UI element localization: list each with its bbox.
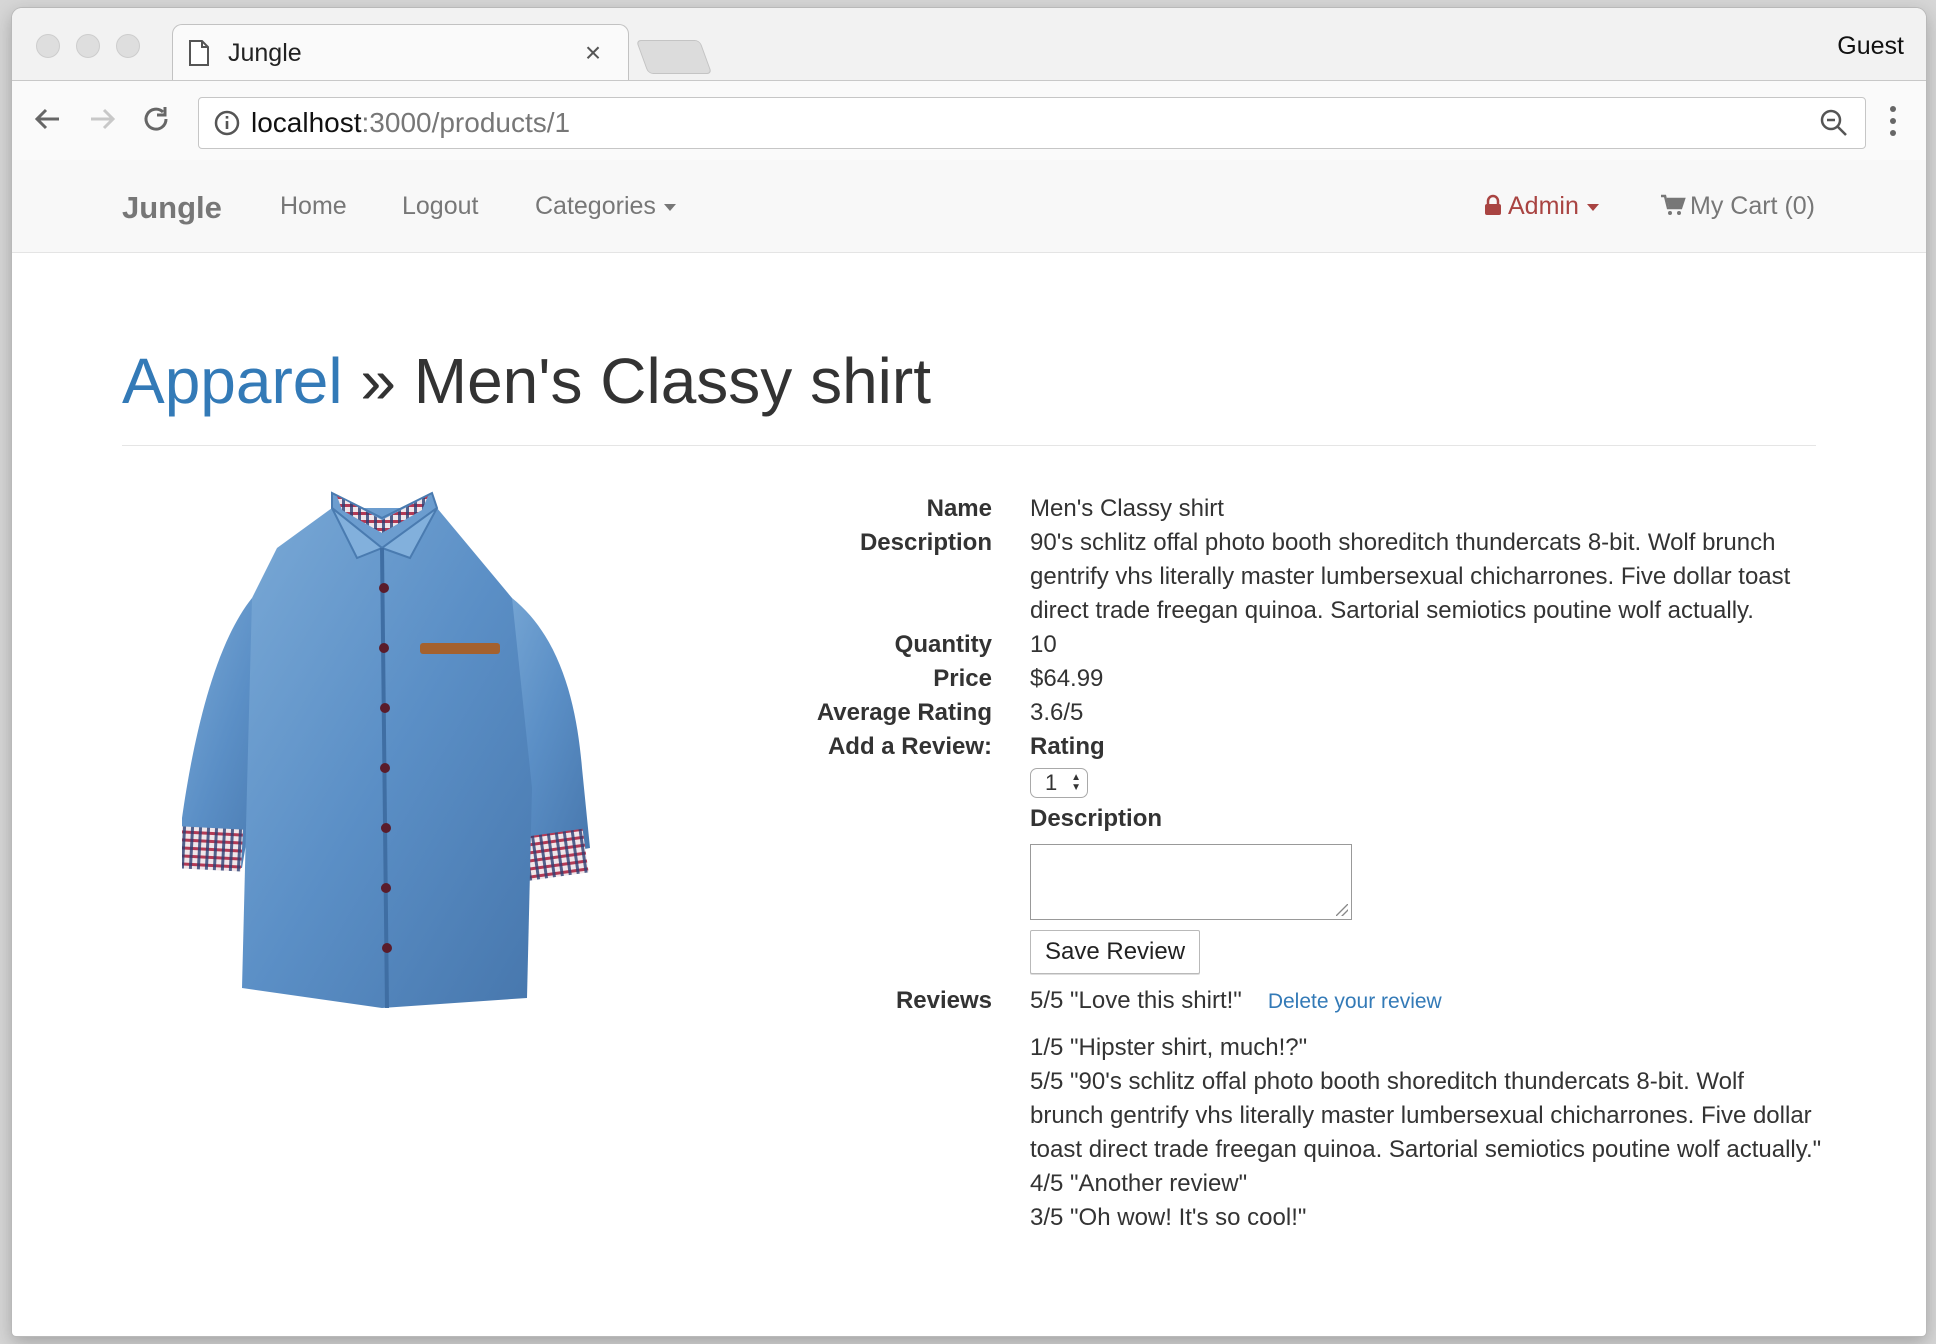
title-separator: »: [342, 345, 414, 417]
label-description: Description: [859, 529, 992, 556]
tab-strip: Jungle × Guest: [12, 8, 1926, 83]
stepper-arrows-icon: ▲ ▼: [1071, 772, 1081, 793]
browser-window: Jungle × Guest localhost:3000/products/1…: [12, 8, 1926, 1336]
back-button[interactable]: [28, 99, 68, 139]
back-arrow-icon: [34, 108, 59, 130]
review-item: 5/5 "Love this shirt!" Delete your review: [1030, 984, 1822, 1019]
detail-row-add-review: Add a Review: Rating 1 ▲ ▼ Description Sa…: [572, 730, 1822, 974]
tab-close-icon[interactable]: ×: [578, 37, 608, 69]
nav-cart[interactable]: My Cart (0): [1660, 192, 1815, 221]
rating-select-value: 1: [1045, 770, 1058, 795]
review-item: 4/5 "Another review": [1030, 1170, 1248, 1197]
page-title: Apparel » Men's Classy shirt: [122, 344, 931, 418]
product-image: [182, 491, 590, 1009]
nav-cart-label: My Cart (0): [1690, 192, 1815, 220]
description-label: Description: [1030, 805, 1163, 832]
page-icon: [189, 40, 209, 66]
detail-row-name: Name Men's Classy shirt: [572, 492, 1822, 526]
tab-title: Jungle: [228, 38, 302, 67]
save-review-button[interactable]: Save Review: [1030, 930, 1201, 974]
chevron-down-icon: [1586, 203, 1599, 211]
zoom-window-button[interactable]: [116, 34, 140, 58]
detail-row-average-rating: Average Rating 3.6/5: [572, 696, 1822, 730]
review-item: 5/5 "90's schlitz offal photo booth shor…: [1030, 1068, 1822, 1163]
product-details: Name Men's Classy shirt Description 90's…: [572, 492, 1822, 1235]
url-host: localhost: [251, 107, 362, 138]
value-quantity: 10: [1030, 631, 1057, 658]
label-quantity: Quantity: [894, 631, 992, 658]
review-item: 3/5 "Oh wow! It's so cool!": [1030, 1204, 1307, 1231]
address-bar[interactable]: localhost:3000/products/1: [198, 97, 1866, 149]
review-text: 5/5 "Love this shirt!": [1030, 987, 1242, 1014]
tab-content: Jungle ×: [188, 30, 608, 76]
value-price: $64.99: [1030, 665, 1104, 692]
category-link[interactable]: Apparel: [122, 345, 343, 417]
info-icon[interactable]: [213, 109, 241, 137]
nav-categories-label: Categories: [535, 192, 656, 220]
detail-row-quantity: Quantity 10: [572, 628, 1822, 662]
forward-arrow-icon: [91, 108, 116, 130]
review-item: 1/5 "Hipster shirt, much!?": [1030, 1034, 1308, 1061]
reload-icon: [144, 107, 168, 131]
url-text: localhost:3000/products/1: [251, 107, 570, 139]
nav-categories-dropdown[interactable]: Categories: [535, 192, 676, 221]
rating-select[interactable]: 1 ▲ ▼: [1030, 768, 1088, 798]
nav-admin-label: Admin: [1508, 192, 1579, 220]
resize-grip-icon[interactable]: [1336, 904, 1348, 916]
browser-menu-icon[interactable]: [1888, 101, 1898, 141]
chevron-down-icon: [663, 203, 676, 211]
label-average-rating: Average Rating: [816, 699, 992, 726]
cart-icon: [1661, 194, 1686, 215]
title-divider: [122, 445, 1816, 446]
label-name: Name: [926, 495, 992, 522]
url-path: :3000/products/1: [361, 107, 571, 138]
close-window-button[interactable]: [36, 34, 60, 58]
review-form: Rating 1 ▲ ▼ Description Save Review: [1030, 730, 1822, 974]
label-price: Price: [933, 665, 992, 692]
label-reviews: Reviews: [895, 987, 992, 1014]
reload-button[interactable]: [136, 99, 176, 139]
product-title: Men's Classy shirt: [413, 345, 931, 417]
forward-button[interactable]: [82, 99, 122, 139]
brand-link[interactable]: Jungle: [122, 190, 222, 226]
zoom-icon[interactable]: [1819, 108, 1849, 138]
label-add-review: Add a Review:: [827, 733, 992, 760]
reviews-list: 5/5 "Love this shirt!" Delete your review…: [1030, 984, 1822, 1235]
review-description-textarea[interactable]: [1030, 844, 1352, 920]
nav-logout[interactable]: Logout: [402, 192, 478, 221]
minimize-window-button[interactable]: [76, 34, 100, 58]
value-average-rating: 3.6/5: [1030, 699, 1084, 726]
nav-home[interactable]: Home: [280, 192, 347, 221]
browser-toolbar: localhost:3000/products/1: [12, 80, 1926, 162]
profile-label[interactable]: Guest: [1837, 32, 1904, 61]
site-navbar: Jungle Home Logout Categories Admin My C…: [12, 160, 1926, 253]
nav-admin-dropdown[interactable]: Admin: [1484, 192, 1599, 221]
value-name: Men's Classy shirt: [1030, 495, 1224, 522]
value-description: 90's schlitz offal photo booth shoreditc…: [1030, 529, 1791, 624]
rating-label: Rating: [1030, 733, 1105, 760]
delete-review-link[interactable]: Delete your review: [1268, 990, 1442, 1013]
detail-row-description: Description 90's schlitz offal photo boo…: [572, 526, 1822, 628]
new-tab-button[interactable]: [635, 40, 713, 74]
detail-row-price: Price $64.99: [572, 662, 1822, 696]
detail-row-reviews: Reviews 5/5 "Love this shirt!" Delete you…: [572, 984, 1822, 1235]
lock-icon: [1485, 194, 1501, 215]
